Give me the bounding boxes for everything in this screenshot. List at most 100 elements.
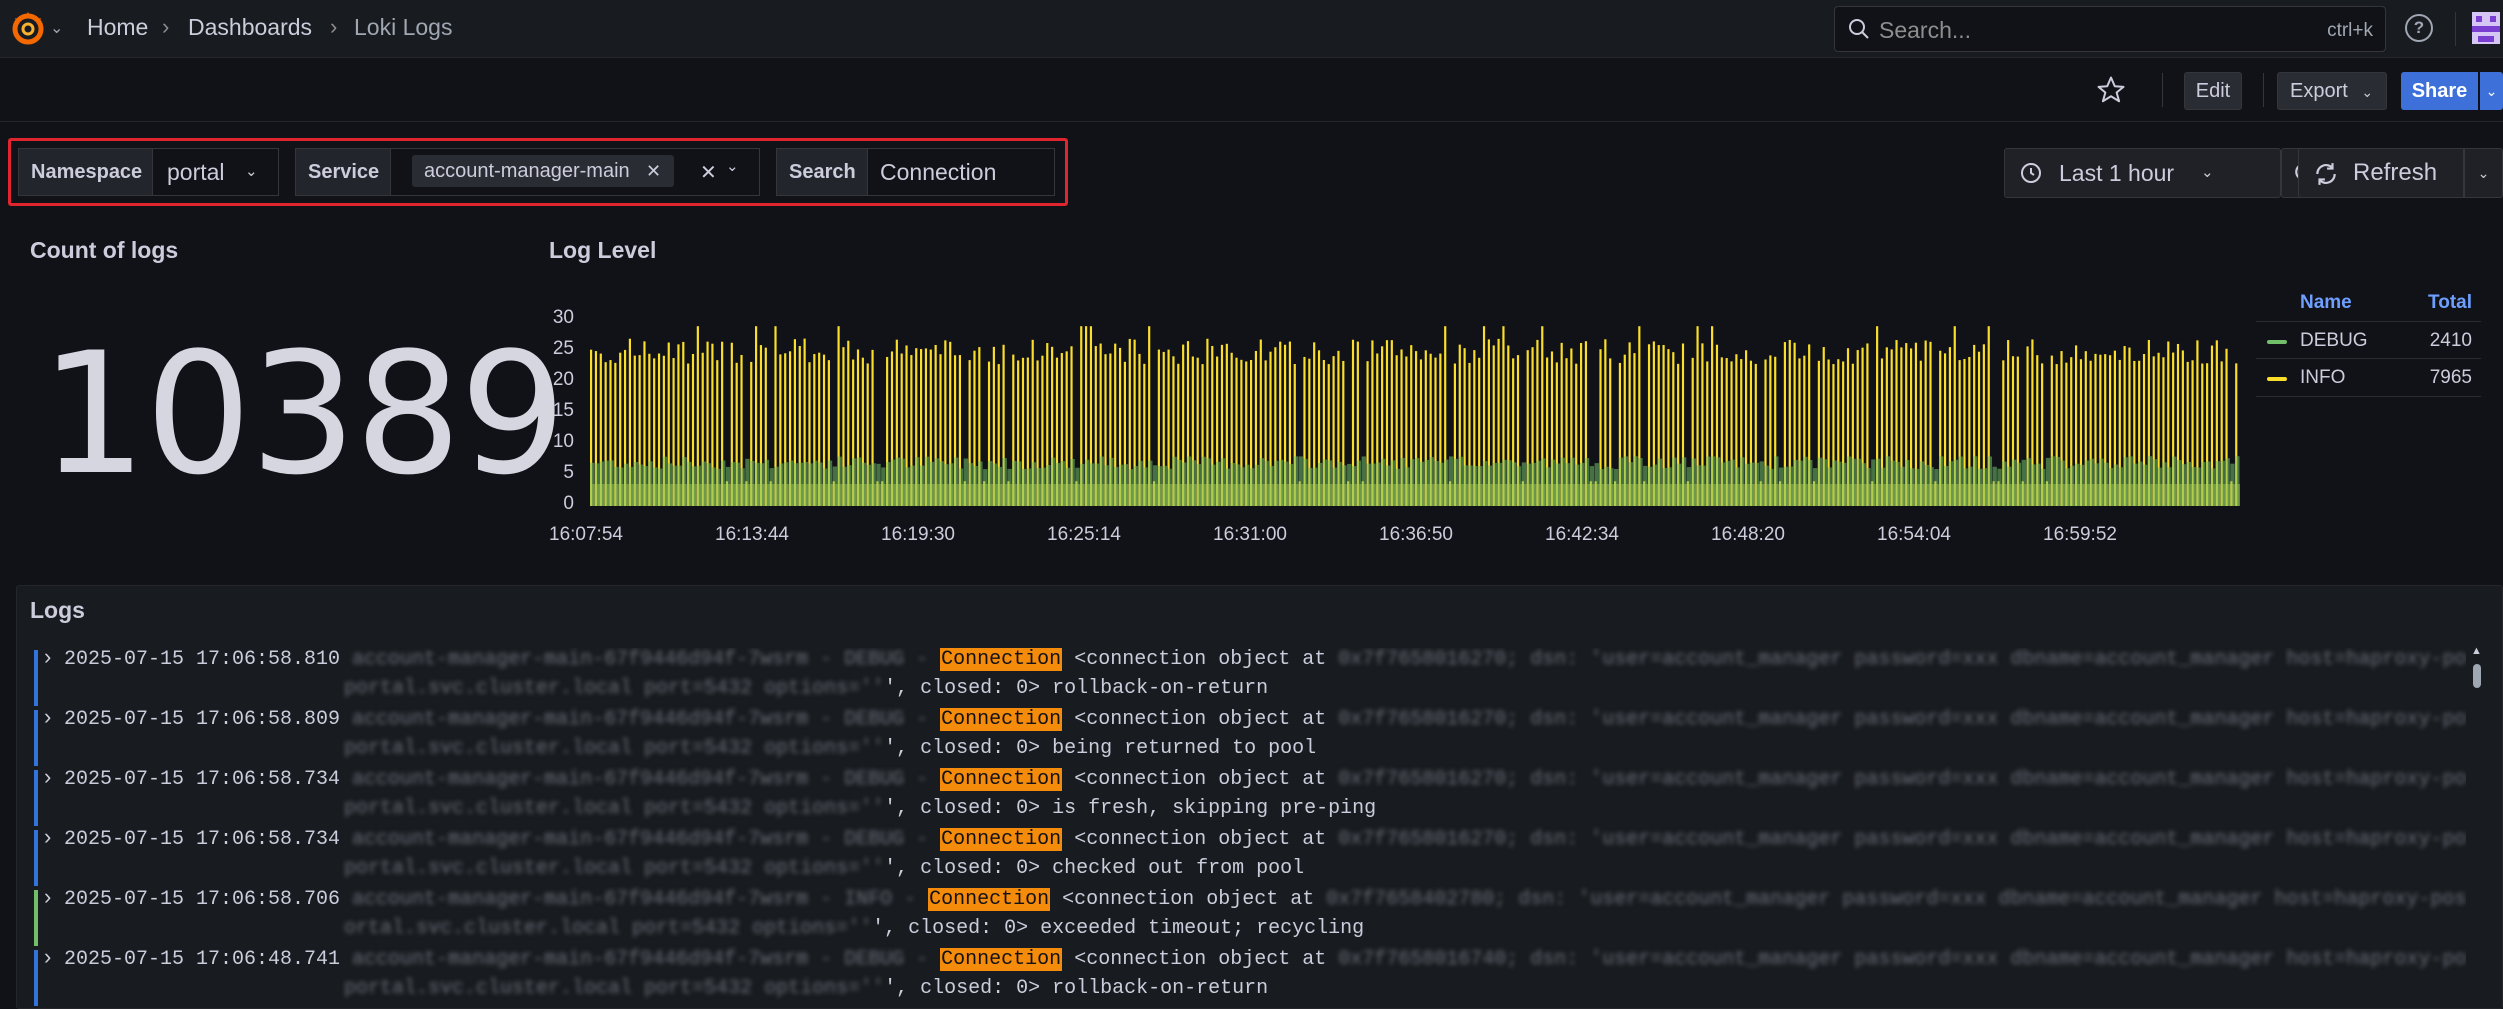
log-line-continuation: portal.svc.cluster.local port=5432 optio… bbox=[344, 797, 1376, 820]
bar-debug bbox=[1356, 460, 1362, 506]
bar-debug bbox=[594, 463, 600, 506]
bar-debug bbox=[1526, 463, 1531, 506]
log-row[interactable]: › 2025-07-15 17:06:48.741 account-manager… bbox=[16, 944, 2466, 1008]
bar-debug bbox=[2094, 463, 2099, 506]
bar-debug bbox=[657, 468, 663, 506]
expand-chevron-icon[interactable]: › bbox=[44, 764, 51, 790]
bar-debug bbox=[1749, 462, 1755, 506]
bar-debug bbox=[1041, 467, 1046, 506]
bar-debug bbox=[1439, 462, 1444, 506]
scrollbar[interactable]: ▲ bbox=[2470, 645, 2484, 1009]
bar-debug bbox=[1541, 458, 1546, 506]
expand-chevron-icon[interactable]: › bbox=[44, 648, 51, 670]
log-text: <connection object at bbox=[1062, 948, 1339, 971]
bar-debug bbox=[1376, 462, 1381, 506]
time-range-picker[interactable]: Last 1 hour ⌄ bbox=[2004, 148, 2281, 198]
bar-debug bbox=[1264, 460, 1269, 506]
bar-debug bbox=[643, 466, 648, 506]
log-list[interactable]: › 2025-07-15 17:06:58.810 account-manager… bbox=[16, 648, 2466, 1009]
namespace-select[interactable]: portal ⌄ bbox=[152, 148, 279, 196]
bar-debug bbox=[1696, 465, 1701, 506]
chevron-down-icon[interactable]: ⌄ bbox=[726, 157, 739, 175]
log-row[interactable]: › 2025-07-15 17:06:58.734 account-manager… bbox=[16, 824, 2466, 888]
expand-chevron-icon[interactable]: › bbox=[44, 944, 51, 970]
chevron-down-icon: ⌄ bbox=[245, 163, 258, 180]
bar-debug bbox=[2089, 458, 2094, 506]
bar-debug bbox=[1463, 465, 1468, 506]
bar-debug bbox=[1250, 468, 1255, 506]
bar-debug bbox=[701, 461, 706, 506]
avatar[interactable] bbox=[2468, 8, 2503, 48]
log-row[interactable]: › 2025-07-15 17:06:58.734 account-manager… bbox=[16, 764, 2466, 828]
expand-chevron-icon[interactable]: › bbox=[44, 824, 51, 850]
bar-debug bbox=[1317, 462, 1323, 506]
bar-debug bbox=[1871, 459, 1876, 506]
bar-debug bbox=[953, 457, 959, 506]
loglevel-panel-title: Log Level bbox=[549, 237, 657, 263]
bar-debug bbox=[822, 468, 828, 506]
log-search-match: Connection bbox=[940, 948, 1063, 971]
y-tick-label: 15 bbox=[552, 400, 574, 421]
bar-debug bbox=[623, 463, 629, 506]
chevron-down-icon: ⌄ bbox=[2485, 83, 2498, 99]
log-row[interactable]: › 2025-07-15 17:06:58.706 account-manager… bbox=[16, 884, 2466, 948]
log-search-match: Connection bbox=[940, 828, 1063, 851]
log-line: 2025-07-15 17:06:58.809 account-manager-… bbox=[64, 708, 2466, 731]
legend-name-header[interactable]: Name bbox=[2300, 292, 2352, 314]
search-input[interactable]: Search... ctrl+k bbox=[1834, 6, 2386, 52]
remove-icon[interactable]: ✕ bbox=[646, 155, 661, 187]
bar-debug bbox=[1342, 465, 1347, 506]
bar-debug bbox=[1851, 458, 1857, 506]
bar-debug bbox=[1667, 467, 1672, 506]
log-search-match: Connection bbox=[940, 708, 1063, 731]
share-button[interactable]: Share bbox=[2401, 72, 2478, 110]
expand-chevron-icon[interactable]: › bbox=[44, 704, 51, 730]
bar-debug bbox=[1410, 459, 1415, 506]
bar-debug bbox=[716, 468, 721, 506]
refresh-interval-button[interactable]: ⌄ bbox=[2464, 148, 2503, 198]
scroll-up-icon[interactable]: ▲ bbox=[2471, 645, 2482, 657]
log-redacted-text: account-manager-main-67f9446d94f-7wsrm -… bbox=[352, 828, 941, 851]
breadcrumb-dashboards[interactable]: Dashboards bbox=[188, 14, 312, 41]
edit-button[interactable]: Edit bbox=[2184, 72, 2242, 110]
bar-debug bbox=[949, 463, 954, 506]
legend-total-header[interactable]: Total bbox=[2426, 292, 2472, 314]
x-tick-label: 16:48:20 bbox=[1711, 524, 1785, 545]
help-icon[interactable]: ? bbox=[2405, 14, 2433, 42]
bar-debug bbox=[691, 466, 697, 506]
export-button[interactable]: Export ⌄ bbox=[2277, 72, 2387, 110]
legend-divider bbox=[2256, 358, 2481, 359]
bar-debug bbox=[1725, 460, 1730, 506]
log-text: ', closed: 0> rollback-on-return bbox=[884, 977, 1269, 1000]
search-icon bbox=[1849, 19, 1869, 39]
bar-debug bbox=[1769, 468, 1774, 506]
y-tick-label: 5 bbox=[563, 462, 574, 483]
bar-debug bbox=[1628, 462, 1633, 506]
legend-item-debug[interactable]: DEBUG bbox=[2300, 330, 2368, 352]
bar-debug bbox=[1730, 459, 1735, 506]
share-menu-button[interactable]: ⌄ bbox=[2480, 72, 2503, 110]
refresh-button[interactable]: Refresh bbox=[2298, 148, 2464, 198]
chevron-down-icon[interactable]: ⌄ bbox=[50, 18, 63, 38]
expand-chevron-icon[interactable]: › bbox=[44, 884, 51, 910]
bar-debug bbox=[1638, 458, 1643, 506]
scrollbar-thumb[interactable] bbox=[2473, 664, 2481, 688]
x-tick-label: 16:13:44 bbox=[715, 524, 789, 545]
log-row[interactable]: › 2025-07-15 17:06:58.809 account-manager… bbox=[16, 704, 2466, 768]
breadcrumb-home[interactable]: Home bbox=[87, 14, 148, 41]
y-tick-label: 25 bbox=[552, 338, 574, 359]
grafana-logo-icon[interactable] bbox=[10, 10, 46, 46]
star-icon[interactable] bbox=[2096, 75, 2126, 105]
bar-debug bbox=[1890, 460, 1895, 506]
search-textbox[interactable]: Connection bbox=[867, 148, 1055, 196]
bar-debug bbox=[886, 462, 891, 506]
bar-debug bbox=[2108, 468, 2114, 506]
log-search-match: Connection bbox=[940, 768, 1063, 791]
legend-item-info[interactable]: INFO bbox=[2300, 367, 2345, 389]
log-row[interactable]: › 2025-07-15 17:06:58.810 account-manager… bbox=[16, 648, 2466, 708]
bar-debug bbox=[1609, 468, 1614, 506]
x-tick-label: 16:07:54 bbox=[549, 524, 623, 545]
clear-icon[interactable]: ✕ bbox=[700, 160, 717, 185]
bar-debug bbox=[1754, 462, 1760, 506]
bar-debug bbox=[1560, 457, 1565, 506]
